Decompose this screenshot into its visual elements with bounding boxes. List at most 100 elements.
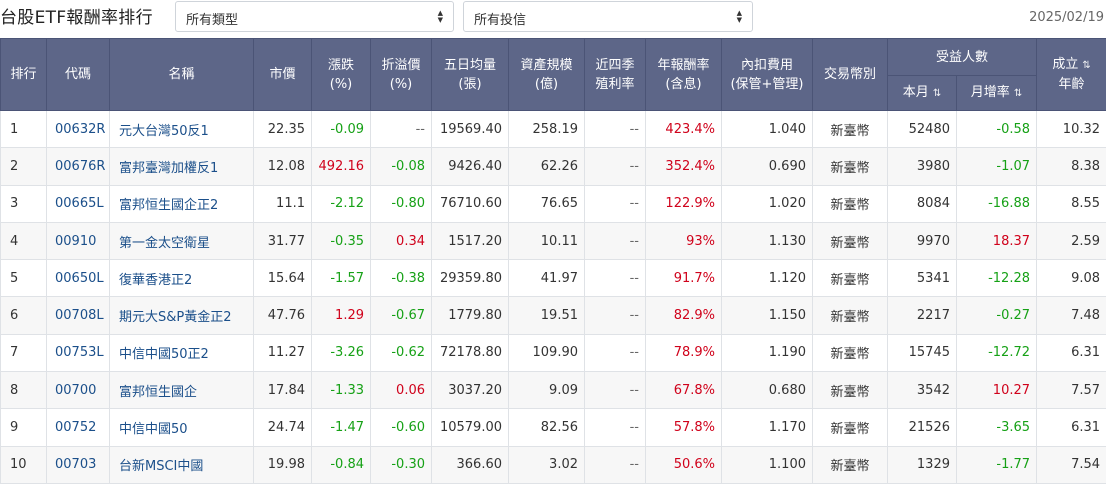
name-cell[interactable]: 中信中國50 (109, 408, 254, 447)
name-cell[interactable]: 台新MSCI中國 (109, 445, 254, 484)
price-cell: 31.77 (253, 221, 312, 261)
code-link[interactable]: 00703 (55, 457, 96, 472)
rank-cell: 3 (0, 184, 47, 223)
name-link[interactable]: 富邦恒生國企正2 (119, 198, 218, 213)
sort-icon[interactable]: ⇅ (1014, 88, 1022, 99)
code-cell[interactable]: 00650L (46, 259, 110, 298)
table-body: 1 00632R 元大台灣50反1 22.35 -0.09 -- 19569.40 258.1… (0, 109, 1106, 484)
code-link[interactable]: 00676R (55, 159, 105, 174)
holders-cell: 3542 (887, 371, 957, 410)
col-yield[interactable]: 近四季 殖利率 (584, 38, 646, 111)
col-holders-growth[interactable]: 月增率 ⇅ (955, 75, 1038, 111)
name-cell[interactable]: 期元大S&P黃金正2 (109, 296, 254, 335)
name-cell[interactable]: 中信中國50正2 (109, 333, 254, 373)
code-link[interactable]: 00752 (55, 420, 96, 435)
change-cell: -1.47 (311, 408, 371, 447)
price-cell: 17.84 (253, 371, 312, 410)
code-link[interactable]: 00753L (55, 345, 104, 360)
code-link[interactable]: 00700 (55, 383, 96, 398)
name-cell[interactable]: 富邦恒生國企正2 (109, 184, 254, 223)
name-cell[interactable]: 第一金太空衛星 (109, 221, 254, 261)
name-link[interactable]: 復華香港正2 (119, 273, 192, 288)
name-cell[interactable]: 富邦恒生國企 (109, 371, 254, 410)
volume-cell: 76710.60 (431, 184, 509, 223)
name-link[interactable]: 台新MSCI中國 (119, 459, 203, 474)
code-cell[interactable]: 00753L (46, 333, 110, 373)
sort-icon[interactable]: ⇅ (933, 88, 941, 99)
price-cell: 22.35 (253, 109, 312, 149)
name-cell[interactable]: 富邦臺灣加權反1 (109, 147, 254, 186)
code-link[interactable]: 00910 (55, 234, 96, 249)
name-link[interactable]: 期元大S&P黃金正2 (119, 310, 232, 325)
col-rank[interactable]: 排行 (0, 38, 47, 111)
name-link[interactable]: 富邦臺灣加權反1 (119, 161, 218, 176)
aum-cell: 41.97 (508, 259, 585, 298)
return-cell: 57.8% (645, 408, 722, 447)
sort-icon[interactable]: ⇅ (1082, 60, 1090, 71)
code-cell[interactable]: 00665L (46, 184, 110, 223)
code-link[interactable]: 00708L (55, 308, 104, 323)
change-cell: -0.09 (311, 109, 371, 149)
col-volume[interactable]: 五日均量 (張) (431, 38, 509, 111)
currency-cell: 新臺幣 (812, 296, 888, 335)
name-link[interactable]: 中信中國50 (119, 422, 188, 437)
name-link[interactable]: 中信中國50正2 (119, 347, 209, 362)
code-link[interactable]: 00632R (55, 122, 105, 137)
premium-cell: -0.08 (370, 147, 432, 186)
growth-cell: -0.58 (955, 109, 1038, 149)
growth-cell: 18.37 (955, 221, 1038, 261)
col-return[interactable]: 年報酬率 (含息) (645, 38, 722, 111)
code-cell[interactable]: 00700 (46, 371, 110, 410)
age-cell: 6.31 (1036, 408, 1106, 447)
return-cell: 122.9% (645, 184, 722, 223)
name-cell[interactable]: 元大台灣50反1 (109, 109, 254, 149)
code-link[interactable]: 00650L (55, 271, 104, 286)
col-change[interactable]: 漲跌 (%) (311, 38, 371, 111)
price-cell: 24.74 (253, 408, 312, 447)
premium-cell: -0.60 (370, 408, 432, 447)
fee-cell: 0.690 (721, 147, 813, 186)
change-cell: -0.84 (311, 445, 371, 484)
col-code[interactable]: 代碼 (46, 38, 110, 111)
name-cell[interactable]: 復華香港正2 (109, 259, 254, 298)
code-cell[interactable]: 00910 (46, 221, 110, 261)
col-aum[interactable]: 資產規模 (億) (508, 38, 585, 111)
code-cell[interactable]: 00703 (46, 445, 110, 484)
col-price[interactable]: 市價 (253, 38, 312, 111)
return-cell: 423.4% (645, 109, 722, 149)
col-age[interactable]: 成立 ⇅ 年齡 (1036, 38, 1106, 111)
yield-cell: -- (584, 371, 646, 410)
issuer-select[interactable]: 所有投信 ▲ ▼ (463, 1, 753, 32)
type-select[interactable]: 所有類型 ▲ ▼ (175, 1, 454, 32)
premium-cell: 0.34 (370, 221, 432, 261)
col-fee[interactable]: 內扣費用 (保管+管理) (721, 38, 813, 111)
name-link[interactable]: 第一金太空衛星 (119, 236, 210, 251)
code-link[interactable]: 00665L (55, 196, 104, 211)
yield-cell: -- (584, 296, 646, 335)
col-premium[interactable]: 折溢價 (%) (370, 38, 432, 111)
table-row: 7 00753L 中信中國50正2 11.27 -3.26 -0.62 72178.80 10… (0, 333, 1106, 373)
code-cell[interactable]: 00752 (46, 408, 110, 447)
name-link[interactable]: 元大台灣50反1 (119, 124, 209, 139)
return-cell: 352.4% (645, 147, 722, 186)
etf-ranking-table: 排行 代碼 名稱 市價 漲跌 (%) 折溢價 (%) 五日均量 (張) 資產規模 (億)… (0, 38, 1106, 484)
code-cell[interactable]: 00676R (46, 147, 110, 186)
age-cell: 7.57 (1036, 371, 1106, 410)
aum-cell: 76.65 (508, 184, 585, 223)
col-name[interactable]: 名稱 (109, 38, 254, 111)
change-cell: -3.26 (311, 333, 371, 373)
fee-cell: 0.680 (721, 371, 813, 410)
currency-cell: 新臺幣 (812, 371, 888, 410)
code-cell[interactable]: 00632R (46, 109, 110, 149)
name-link[interactable]: 富邦恒生國企 (119, 385, 197, 400)
change-cell: -1.57 (311, 259, 371, 298)
col-holders-month[interactable]: 本月 ⇅ (887, 75, 957, 111)
return-cell: 50.6% (645, 445, 722, 484)
code-cell[interactable]: 00708L (46, 296, 110, 335)
table-row: 2 00676R 富邦臺灣加權反1 12.08 492.16 -0.08 9426.40 62… (0, 147, 1106, 186)
price-cell: 12.08 (253, 147, 312, 186)
yield-cell: -- (584, 184, 646, 223)
age-cell: 7.54 (1036, 445, 1106, 484)
aum-cell: 82.56 (508, 408, 585, 447)
col-currency[interactable]: 交易幣別 (812, 38, 888, 111)
